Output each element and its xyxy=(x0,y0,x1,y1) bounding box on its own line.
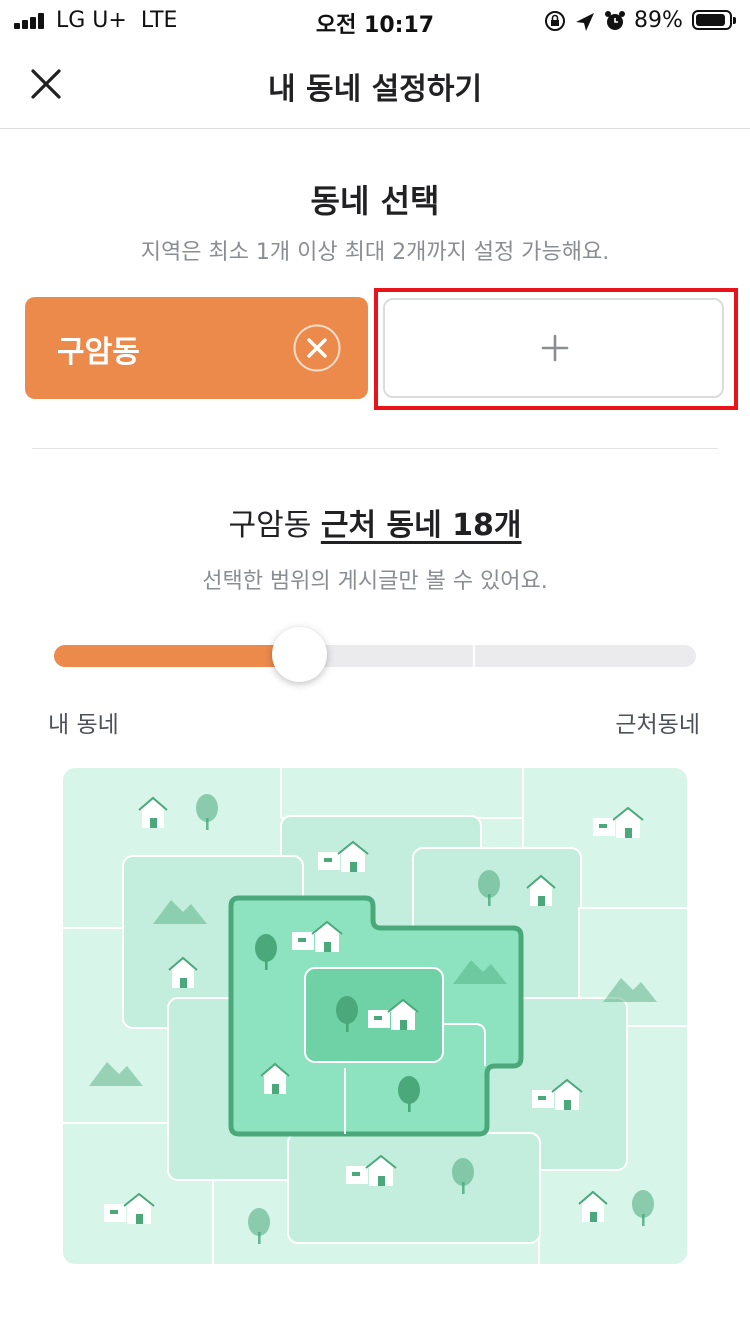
location-arrow-icon xyxy=(576,13,594,31)
plus-icon xyxy=(541,334,569,362)
range-subtitle: 선택한 범위의 게시글만 볼 수 있어요. xyxy=(202,569,548,594)
page-title: 내 동네 설정하기 xyxy=(267,72,483,107)
range-slider-fill xyxy=(54,645,299,667)
status-bar: LG U+ LTE 오전 10:17 89% xyxy=(0,0,750,42)
battery-percent: 89% xyxy=(634,8,683,33)
remove-icon[interactable] xyxy=(293,324,341,372)
range-title: 구암동 근처 동네 18개 xyxy=(0,500,750,544)
section-subtitle: 지역은 최소 1개 이상 최대 2개까지 설정 가능해요. xyxy=(140,240,610,265)
neighborhood-label: 구암동 xyxy=(57,335,140,370)
status-icons xyxy=(545,11,625,31)
nav-bar: 내 동네 설정하기 xyxy=(0,42,750,129)
divider xyxy=(32,448,718,449)
range-slider-track[interactable] xyxy=(54,645,696,667)
nearby-count-link[interactable]: 근처 동네 18개 xyxy=(321,508,522,543)
lock-rotation-icon xyxy=(545,11,565,31)
range-slider-thumb[interactable] xyxy=(272,627,327,682)
battery-fill xyxy=(696,14,725,26)
battery-icon xyxy=(692,10,736,30)
selected-neighborhood-chip[interactable]: 구암동 xyxy=(25,297,368,399)
range-title-area: 구암동 xyxy=(228,508,312,543)
alarm-icon xyxy=(605,11,625,30)
slider-max-label: 근처동네 xyxy=(615,712,700,738)
neighborhood-map-illustration xyxy=(63,768,687,1264)
add-neighborhood-button[interactable] xyxy=(383,298,724,398)
slider-tick xyxy=(473,645,475,667)
slider-min-label: 내 동네 xyxy=(48,712,119,738)
section-title: 동네 선택 xyxy=(310,182,440,220)
